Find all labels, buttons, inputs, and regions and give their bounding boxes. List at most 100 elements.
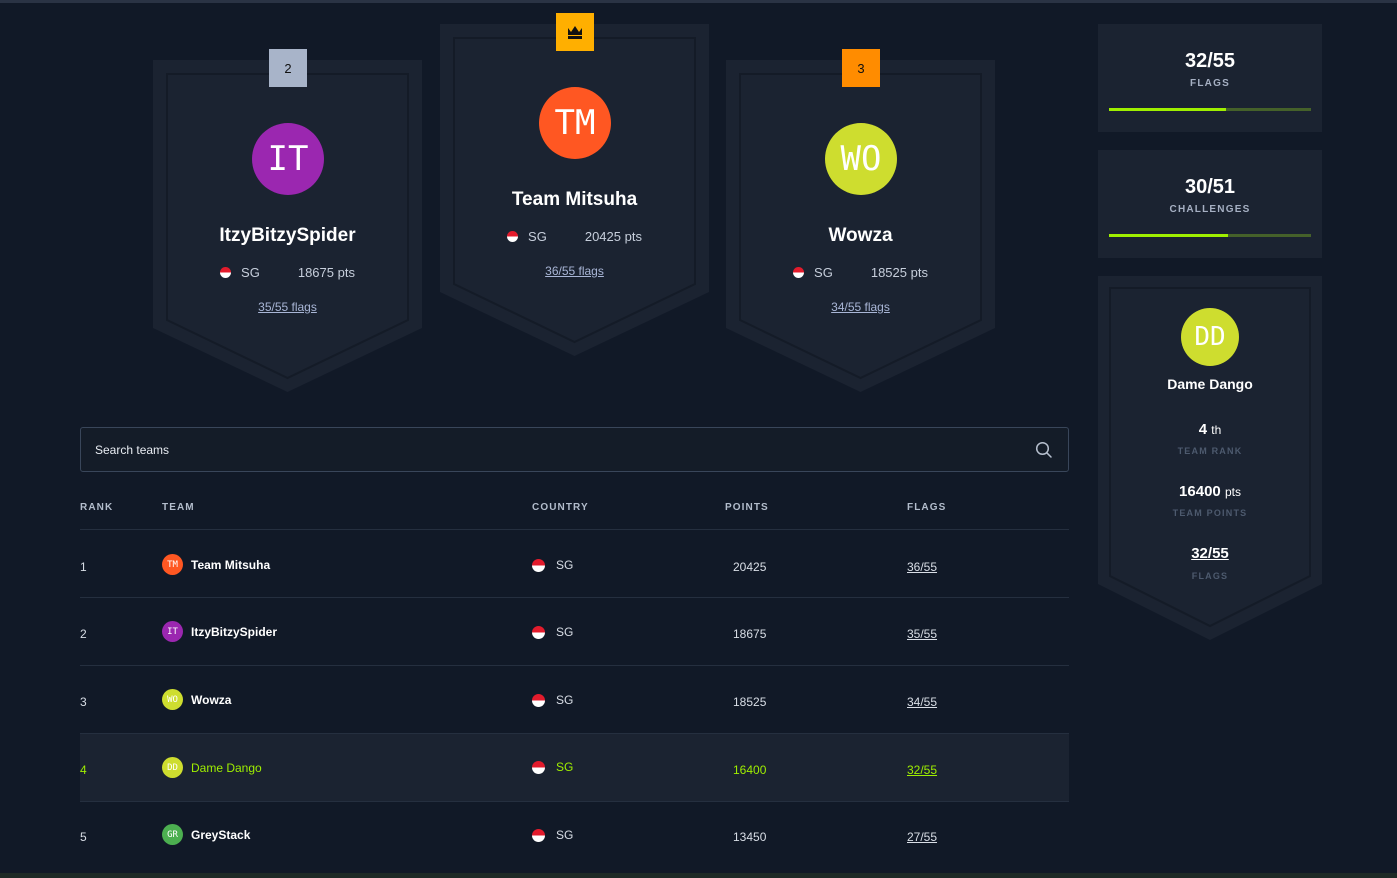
row-rank: 1	[80, 560, 87, 574]
sg-flag-icon	[220, 267, 232, 278]
row-team[interactable]: TM Team Mitsuha	[162, 554, 270, 575]
country-code: SG	[241, 265, 260, 280]
team-flags-link[interactable]: 34/55 flags	[726, 300, 995, 314]
team-points: 18675 pts	[297, 265, 355, 280]
rank-number: 4	[1198, 421, 1208, 438]
rank-badge: 2	[269, 49, 307, 87]
team-points-label: TEAM POINTS	[1172, 508, 1248, 518]
sg-flag-icon	[532, 828, 545, 842]
points-suffix: pts	[1224, 485, 1241, 499]
team-meta: SG 18675 pts	[153, 265, 422, 280]
podium-first[interactable]: TM Team Mitsuha SG 20425 pts 36/55 flags	[440, 13, 709, 356]
team-points: 20425 pts	[584, 229, 642, 244]
team-avatar: TM	[162, 554, 183, 575]
country-code: SG	[556, 693, 574, 707]
row-team[interactable]: IT ItzyBitzySpider	[162, 621, 277, 642]
team-avatar: DD	[1181, 308, 1239, 366]
sg-flag-icon	[532, 760, 545, 774]
team-flags-link[interactable]: 36/55 flags	[440, 264, 709, 278]
country-code: SG	[814, 265, 833, 280]
table-row-current-team[interactable]: 4 DD Dame Dango SG 16400 32/55	[80, 733, 1069, 801]
challenges-stat-value: 30/51	[1184, 176, 1236, 198]
team-name[interactable]: Wowza	[191, 693, 231, 707]
table-row[interactable]: 3 WO Wowza SG 18525 34/55	[80, 665, 1069, 733]
team-name[interactable]: Team Mitsuha	[191, 558, 270, 572]
top-border	[0, 0, 1397, 3]
challenges-stat-card: 30/51 CHALLENGES	[1098, 150, 1322, 258]
header-points[interactable]: POINTS	[725, 502, 769, 513]
challenges-stat-label: CHALLENGES	[1169, 204, 1251, 215]
team-name: ItzyBitzySpider	[219, 225, 356, 246]
sg-flag-icon	[507, 231, 519, 242]
rank-suffix: th	[1211, 423, 1222, 437]
team-flags-value[interactable]: 32/55	[1098, 545, 1322, 562]
table-row[interactable]: 1 TM Team Mitsuha SG 20425 36/55	[80, 529, 1069, 597]
header-flags[interactable]: FLAGS	[907, 502, 946, 513]
row-flags-link[interactable]: 36/55	[907, 560, 937, 574]
team-avatar: DD	[162, 757, 183, 778]
team-name[interactable]: ItzyBitzySpider	[191, 625, 277, 639]
header-team[interactable]: TEAM	[162, 502, 195, 513]
row-country: SG	[532, 828, 573, 842]
team-flags-label: FLAGS	[1191, 571, 1229, 581]
row-flags-link[interactable]: 32/55	[907, 763, 937, 777]
country-code: SG	[556, 760, 574, 774]
sg-flag-icon	[793, 267, 805, 278]
team-flags-link[interactable]: 35/55 flags	[153, 300, 422, 314]
points-number: 16400	[1179, 483, 1221, 500]
row-points: 16400	[733, 763, 767, 777]
team-avatar: IT	[162, 621, 183, 642]
row-flags-link[interactable]: 27/55	[907, 830, 937, 844]
row-country: SG	[532, 760, 573, 774]
row-rank: 2	[80, 627, 87, 641]
row-rank: 3	[80, 695, 87, 709]
team-rank-value: 4 th	[1098, 421, 1322, 438]
country-code: SG	[528, 229, 547, 244]
challenges-progress-bar	[1109, 234, 1311, 237]
search-input[interactable]	[95, 441, 995, 459]
team-meta: SG 18525 pts	[726, 265, 995, 280]
search-icon[interactable]	[1035, 441, 1053, 459]
my-team-card: DD Dame Dango 4 th TEAM RANK 16400 pts T…	[1098, 276, 1322, 640]
sg-flag-icon	[532, 693, 545, 707]
header-country[interactable]: COUNTRY	[532, 502, 589, 513]
team-name: Dame Dango	[1167, 376, 1253, 392]
team-avatar: WO	[162, 689, 183, 710]
team-avatar: WO	[825, 123, 897, 195]
flags-stat-card: 32/55 FLAGS	[1098, 24, 1322, 132]
row-points: 18525	[733, 695, 767, 709]
flags-progress-bar	[1109, 108, 1311, 111]
team-name[interactable]: Dame Dango	[191, 761, 262, 775]
row-team[interactable]: WO Wowza	[162, 689, 231, 710]
search-box[interactable]	[80, 427, 1069, 472]
podium-third[interactable]: 3 WO Wowza SG 18525 pts 34/55 flags	[726, 49, 995, 392]
country-code: SG	[556, 625, 574, 639]
table-row[interactable]: 2 IT ItzyBitzySpider SG 18675 35/55	[80, 597, 1069, 665]
row-rank: 4	[80, 763, 87, 777]
row-team[interactable]: DD Dame Dango	[162, 757, 262, 778]
sg-flag-icon	[532, 625, 545, 639]
podium-second[interactable]: 2 IT ItzyBitzySpider SG 18675 pts 35/55 …	[153, 49, 422, 392]
team-points: 18525 pts	[870, 265, 928, 280]
team-rank-label: TEAM RANK	[1177, 446, 1243, 456]
row-points: 20425	[733, 560, 767, 574]
row-flags-link[interactable]: 35/55	[907, 627, 937, 641]
header-rank[interactable]: RANK	[80, 502, 113, 513]
row-country: SG	[532, 558, 573, 572]
team-name[interactable]: GreyStack	[191, 828, 250, 842]
row-points: 18675	[733, 627, 767, 641]
team-avatar: TM	[539, 87, 611, 159]
row-flags-link[interactable]: 34/55	[907, 695, 937, 709]
taskbar-strip	[0, 873, 1397, 878]
team-avatar: IT	[252, 123, 324, 195]
row-team[interactable]: GR GreyStack	[162, 824, 250, 845]
row-country: SG	[532, 625, 573, 639]
crown-icon	[568, 26, 582, 39]
team-avatar: GR	[162, 824, 183, 845]
team-points-value: 16400 pts	[1098, 483, 1322, 500]
crown-badge	[556, 13, 594, 51]
flags-progress-fill	[1109, 108, 1227, 111]
table-row[interactable]: 5 GR GreyStack SG 13450 27/55	[80, 801, 1069, 869]
sg-flag-icon	[532, 558, 545, 572]
country-code: SG	[556, 558, 574, 572]
